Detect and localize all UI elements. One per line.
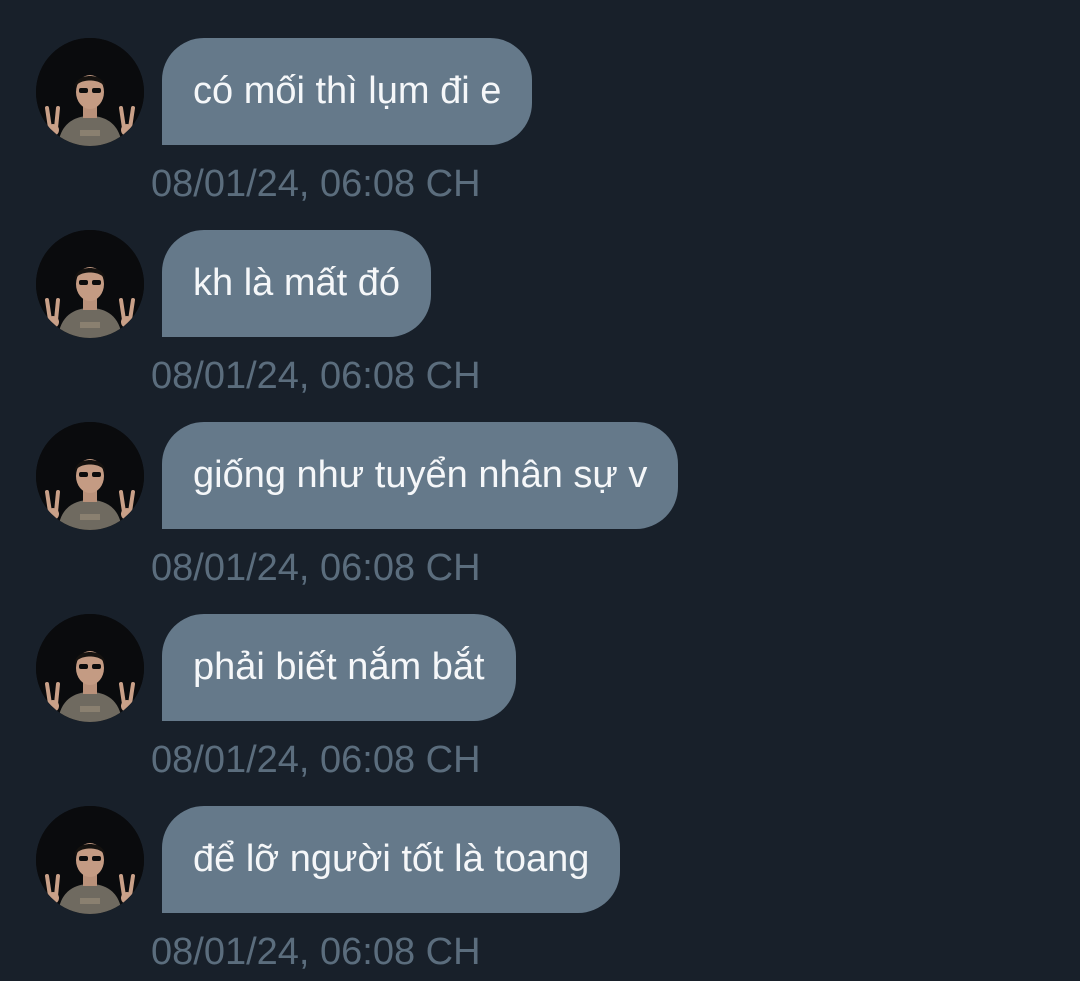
avatar-photo	[36, 422, 144, 530]
avatar[interactable]	[36, 38, 144, 146]
message-bubble[interactable]: kh là mất đó	[162, 230, 431, 337]
message-timestamp: 08/01/24, 06:08 CH	[151, 931, 481, 973]
message-row: giống như tuyển nhân sự v 08/01/24, 06:0…	[0, 384, 1080, 587]
message-row: để lỡ người tốt là toang 08/01/24, 06:08…	[0, 768, 1080, 971]
chat-thread: có mối thì lụm đi e 08/01/24, 06:08 CH k…	[0, 0, 1080, 981]
avatar-photo	[36, 806, 144, 914]
message-row: phải biết nắm bắt 08/01/24, 06:08 CH	[0, 576, 1080, 779]
avatar[interactable]	[36, 230, 144, 338]
message-row: kh là mất đó 08/01/24, 06:08 CH	[0, 192, 1080, 395]
avatar-photo	[36, 614, 144, 722]
avatar[interactable]	[36, 422, 144, 530]
message-bubble[interactable]: để lỡ người tốt là toang	[162, 806, 621, 913]
message-row: có mối thì lụm đi e 08/01/24, 06:08 CH	[0, 0, 1080, 203]
message-bubble[interactable]: có mối thì lụm đi e	[162, 38, 533, 145]
avatar-photo	[36, 230, 144, 338]
message-bubble[interactable]: giống như tuyển nhân sự v	[162, 422, 679, 529]
message-bubble[interactable]: phải biết nắm bắt	[162, 614, 516, 721]
avatar-photo	[36, 38, 144, 146]
avatar[interactable]	[36, 806, 144, 914]
avatar[interactable]	[36, 614, 144, 722]
